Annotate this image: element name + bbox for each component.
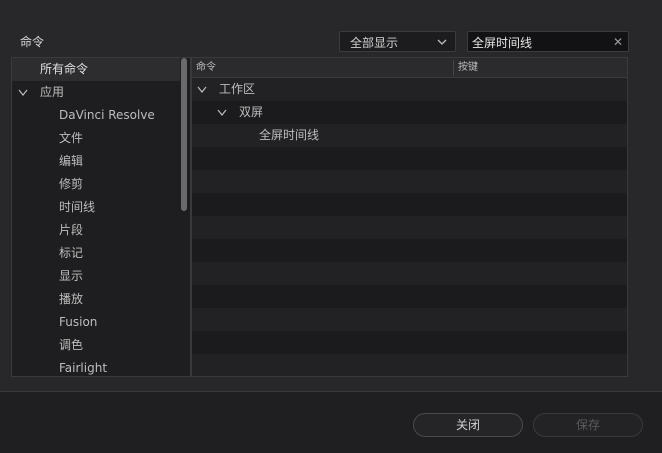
tree-item[interactable]: DaVinci Resolve	[12, 104, 180, 127]
save-button[interactable]: 保存	[533, 413, 643, 437]
chevron-down-icon[interactable]	[217, 109, 227, 117]
clear-search-icon[interactable]: ✕	[613, 35, 623, 49]
tree-item[interactable]: 所有命令	[12, 58, 180, 81]
tree-item[interactable]: Fairlight	[12, 357, 180, 376]
chevron-down-icon[interactable]	[197, 86, 207, 94]
table-row[interactable]: 全屏时间线	[192, 124, 627, 147]
tree-scrollbar[interactable]	[181, 58, 187, 211]
tree-item-label: 片段	[59, 223, 84, 237]
tree-item-label: 编辑	[59, 154, 84, 168]
column-header-shortcut[interactable]: 按键	[458, 58, 478, 78]
table-row[interactable]	[192, 193, 627, 216]
tree-item-label: Fairlight	[59, 361, 108, 375]
tree-item-label: 应用	[40, 85, 65, 99]
tree-item[interactable]: 播放	[12, 288, 180, 311]
close-button[interactable]: 关闭	[413, 413, 523, 437]
tree-item[interactable]: 文件	[12, 127, 180, 150]
table-row[interactable]	[192, 170, 627, 193]
search-input[interactable]: 全屏时间线 ✕	[467, 31, 629, 52]
tree-item-label: 标记	[59, 246, 84, 260]
tree-item-label: 显示	[59, 269, 84, 283]
tree-item-label: Fusion	[59, 315, 98, 329]
tree-item[interactable]: 修剪	[12, 173, 180, 196]
table-row-label: 全屏时间线	[259, 128, 320, 142]
tree-item-label: 所有命令	[40, 62, 89, 76]
tree-item[interactable]: Fusion	[12, 311, 180, 334]
table-row[interactable]	[192, 331, 627, 354]
table-row[interactable]: 工作区	[192, 78, 627, 101]
command-category-tree[interactable]: 所有命令应用 DaVinci Resolve 文件编辑修剪时间线片段标记显示播放 Fu…	[11, 57, 191, 377]
table-row[interactable]	[192, 354, 627, 376]
tree-item-label: 文件	[59, 131, 84, 145]
search-input-value: 全屏时间线	[472, 36, 533, 50]
chevron-down-icon[interactable]	[18, 89, 28, 97]
panel-title: 命令	[20, 35, 45, 49]
tree-item-label: 修剪	[59, 177, 84, 191]
column-header-command[interactable]: 命令	[196, 58, 216, 78]
filter-dropdown[interactable]: 全部显示	[339, 31, 456, 52]
table-row-label: 双屏	[239, 105, 264, 119]
table-row[interactable]	[192, 239, 627, 262]
table-row[interactable]	[192, 262, 627, 285]
tree-item[interactable]: 时间线	[12, 196, 180, 219]
column-divider[interactable]	[453, 60, 454, 76]
command-table[interactable]: 命令 按键 工作区双屏全屏时间线	[191, 57, 628, 377]
keyboard-customization-panel: 命令 全部显示 全屏时间线 ✕ 所有命令应用 DaVinci Resolve 文件编…	[0, 0, 662, 392]
table-row[interactable]: 双屏	[192, 101, 627, 124]
filter-dropdown-value: 全部显示	[350, 36, 399, 50]
tree-item-label: 时间线	[59, 200, 96, 214]
tree-item-label: 调色	[59, 338, 84, 352]
table-row[interactable]	[192, 285, 627, 308]
tree-item[interactable]: 调色	[12, 334, 180, 357]
tree-item[interactable]: 片段	[12, 219, 180, 242]
table-row[interactable]	[192, 216, 627, 239]
table-row[interactable]	[192, 308, 627, 331]
table-row-label: 工作区	[219, 82, 256, 96]
table-header: 命令 按键	[192, 58, 627, 78]
tree-item[interactable]: 显示	[12, 265, 180, 288]
table-row[interactable]	[192, 147, 627, 170]
chevron-down-icon	[437, 39, 447, 45]
tree-item-label: 播放	[59, 292, 84, 306]
tree-item[interactable]: 标记	[12, 242, 180, 265]
tree-item[interactable]: 编辑	[12, 150, 180, 173]
tree-item-label: DaVinci Resolve	[59, 108, 155, 122]
tree-item[interactable]: 应用	[12, 81, 180, 104]
